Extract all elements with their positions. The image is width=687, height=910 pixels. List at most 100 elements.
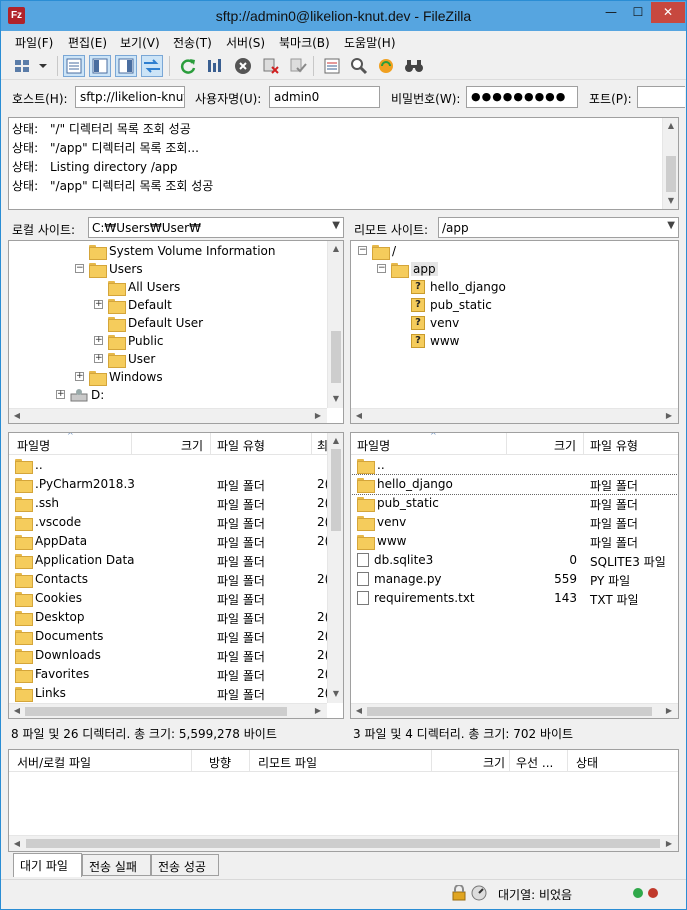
log-scrollbar[interactable]: ▲ ▼ [662,118,678,209]
disconnect-button[interactable] [260,55,282,77]
tree-item[interactable]: Users [89,260,143,278]
local-file-row[interactable]: .vscode 파일 폴더 2( [9,513,343,532]
column-filename[interactable]: 파일명 [357,437,390,454]
local-path-input[interactable]: C:₩Users₩User₩ ▼ [88,217,344,238]
username-input[interactable]: admin0 [269,86,380,108]
port-input[interactable] [637,86,685,108]
tab-queued-files[interactable]: 대기 파일 [13,853,82,877]
tree-item[interactable]: Public [108,332,164,350]
column-remote-file[interactable]: 리모트 파일 [258,754,317,771]
local-tree-scrollbar[interactable]: ▲ ▼ [327,241,343,408]
remote-file-row[interactable]: .. [351,456,678,475]
menu-help[interactable]: 도움말(H) [344,34,396,51]
chevron-down-icon[interactable]: ▼ [332,220,340,231]
column-size[interactable]: 크기 [483,754,505,771]
remote-file-row[interactable]: venv 파일 폴더 [351,513,678,532]
remote-file-row[interactable]: pub_static 파일 폴더 [351,494,678,513]
tab-successful-transfers[interactable]: 전송 성공 [151,854,219,876]
local-file-row[interactable]: Links 파일 폴더 2( [9,684,343,703]
menu-view[interactable]: 보기(V) [120,34,160,51]
menu-server[interactable]: 서버(S) [226,34,265,51]
close-button[interactable]: ✕ [651,2,685,23]
remote-tree-hscrollbar[interactable]: ◀ ▶ [351,408,678,423]
local-file-row[interactable]: Favorites 파일 폴더 2( [9,665,343,684]
toggle-log-button[interactable] [63,55,85,77]
chevron-down-icon[interactable]: ▼ [667,220,675,231]
expand-icon[interactable]: + [75,372,84,381]
menu-bookmarks[interactable]: 북마크(B) [279,34,330,51]
sync-browse-button[interactable] [375,55,397,77]
tree-item-app[interactable]: app [391,260,438,278]
tree-item[interactable]: All Users [108,278,180,296]
remote-file-row[interactable]: requirements.txt 143 TXT 파일 [351,589,678,608]
tree-item[interactable]: Default [108,296,172,314]
column-direction[interactable]: 방향 [209,754,231,771]
refresh-button[interactable] [177,55,199,77]
column-type[interactable]: 파일 유형 [590,437,638,454]
column-filename[interactable]: 파일명 [17,437,50,454]
expand-icon[interactable]: + [94,300,103,309]
tree-item[interactable]: Default User [108,314,203,332]
queue-hscrollbar[interactable]: ◀ ▶ [9,835,678,851]
remote-file-row[interactable]: hello_django 파일 폴더 [351,474,678,495]
column-size[interactable]: 크기 [554,437,576,454]
local-file-row[interactable]: Desktop 파일 폴더 2( [9,608,343,627]
tree-item[interactable]: ? venv [411,314,459,332]
local-tree-hscrollbar[interactable]: ◀ ▶ [9,408,327,423]
local-file-row[interactable]: Cookies 파일 폴더 [9,589,343,608]
tree-item[interactable]: System Volume Information [89,242,275,260]
column-priority[interactable]: 우선 ... [516,754,553,771]
local-file-row[interactable]: Downloads 파일 폴더 2( [9,646,343,665]
password-input[interactable]: ●●●●●●●●● [466,86,578,108]
site-manager-button[interactable] [13,55,49,77]
host-input[interactable]: sftp://likelion-knut [75,86,185,108]
cancel-operation-button[interactable] [232,55,254,77]
compare-button[interactable] [348,55,370,77]
speed-limit-icon[interactable] [471,885,487,901]
expand-icon[interactable]: + [94,336,103,345]
reconnect-button[interactable] [287,55,309,77]
local-file-row[interactable]: Contacts 파일 폴더 2( [9,570,343,589]
tree-item-user[interactable]: User [108,350,155,368]
menu-edit[interactable]: 편집(E) [68,34,107,51]
expand-icon[interactable]: + [94,354,103,363]
collapse-icon[interactable]: − [377,264,386,273]
tree-item[interactable]: Windows [89,368,163,386]
toggle-queue-button[interactable] [141,55,163,77]
local-file-row[interactable]: Application Data 파일 폴더 [9,551,343,570]
collapse-icon[interactable]: − [75,264,84,273]
toggle-remote-tree-button[interactable] [115,55,137,77]
column-type[interactable]: 파일 유형 [217,437,265,454]
tree-item-drive[interactable]: D: [70,386,104,404]
collapse-icon[interactable]: − [358,246,367,255]
tree-item[interactable]: ? www [411,332,459,350]
remote-path-input[interactable]: /app ▼ [438,217,679,238]
local-file-row[interactable]: .. [9,456,343,475]
toggle-local-tree-button[interactable] [89,55,111,77]
local-list-hscrollbar[interactable]: ◀ ▶ [9,703,327,718]
expand-icon[interactable]: + [56,390,65,399]
menu-file[interactable]: 파일(F) [15,34,53,51]
column-size[interactable]: 크기 [181,437,203,454]
local-file-row[interactable]: .ssh 파일 폴더 2( [9,494,343,513]
minimize-button[interactable]: — [597,2,625,23]
local-list-scrollbar[interactable]: ▲ ▼ [327,433,343,703]
remote-file-row[interactable]: db.sqlite3 0 SQLITE3 파일 [351,551,678,570]
remote-file-row[interactable]: www 파일 폴더 [351,532,678,551]
tab-failed-transfers[interactable]: 전송 실패 [82,854,151,876]
tree-item[interactable]: ? pub_static [411,296,492,314]
column-server-local-file[interactable]: 서버/로컬 파일 [17,754,91,771]
local-file-row[interactable]: AppData 파일 폴더 2( [9,532,343,551]
tree-item[interactable]: ? hello_django [411,278,506,296]
filter-button[interactable] [321,55,343,77]
search-files-button[interactable] [403,55,425,77]
column-status[interactable]: 상태 [576,754,598,771]
local-file-row[interactable]: Documents 파일 폴더 2( [9,627,343,646]
remote-list-hscrollbar[interactable]: ◀ ▶ [351,703,678,718]
menu-transfer[interactable]: 전송(T) [173,34,212,51]
remote-file-row[interactable]: manage.py 559 PY 파일 [351,570,678,589]
local-file-row[interactable]: .PyCharm2018.3 파일 폴더 2( [9,475,343,494]
tree-item-root[interactable]: / [372,242,396,260]
process-queue-button[interactable] [204,55,226,77]
maximize-button[interactable]: ☐ [625,2,651,23]
